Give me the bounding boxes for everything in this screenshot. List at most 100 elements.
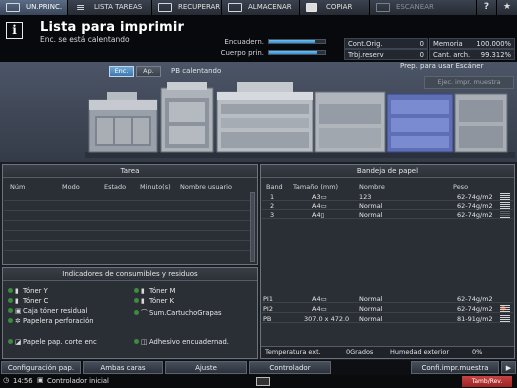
- keyboard-icon[interactable]: [256, 377, 270, 386]
- col-size: Tamaño (mm): [293, 183, 339, 191]
- info-icon: i: [6, 22, 23, 39]
- tray-band: 2: [270, 202, 275, 210]
- controller-status: Controlador inicial: [47, 377, 109, 385]
- tab-recall[interactable]: RECUPERAR: [152, 0, 222, 15]
- copy-icon: [306, 3, 317, 12]
- meter-fill: [269, 40, 315, 43]
- col-band: Band: [266, 183, 283, 191]
- tray-weight: 62-74g/m2: [457, 202, 493, 210]
- tab-label: ESCANEAR: [396, 3, 434, 11]
- tray-name: Normal: [359, 305, 383, 313]
- adjust-button[interactable]: Ajuste: [165, 361, 247, 374]
- consumable-punch-waste: ✲ Papelera perforación: [8, 317, 94, 325]
- perfect-binder-icon: [88, 92, 158, 153]
- tray-weight: 62-74g/m2: [457, 211, 493, 219]
- counter-value: 99.312%: [480, 51, 511, 59]
- paper-setting-button[interactable]: Configuración pap.: [1, 361, 81, 374]
- consumable-trim-waste: ◪ Papele pap. corte enc: [8, 338, 97, 346]
- col-name: Nombre: [359, 183, 385, 191]
- tab-main-unit[interactable]: UN.PRINC.: [0, 0, 68, 15]
- tray-size: 307.0 x 472.0: [304, 315, 350, 323]
- list-icon: [74, 0, 88, 15]
- tab-label: RECUPERAR: [178, 3, 221, 11]
- tray-weight: 62-74g/m2: [457, 305, 493, 313]
- counter-label: Cant. arch.: [433, 51, 471, 59]
- tab-scan[interactable]: ESCANEAR: [370, 0, 477, 15]
- tray-weight: 81-91g/m2: [457, 315, 493, 323]
- help-icon: ?: [483, 2, 490, 12]
- scanner-ready-text: Prep. para usar Escáner: [400, 62, 484, 70]
- scanner-icon: [376, 3, 390, 12]
- time-text: 14:56: [13, 377, 33, 385]
- waste-box-icon: ▣: [15, 307, 22, 315]
- tab-store[interactable]: ALMACENAR: [222, 0, 300, 15]
- consumable-waste-toner: ▣ Caja tóner residual: [8, 307, 87, 315]
- consumable-toner-y: ▮ Tóner Y: [8, 287, 48, 295]
- ok-status-icon: [134, 339, 139, 344]
- tab-job-list[interactable]: LISTA TAREAS: [68, 0, 152, 15]
- humidity-label: Humedad exterior: [390, 348, 450, 356]
- task-scrollbar[interactable]: [250, 192, 255, 262]
- tray-band: PB: [263, 315, 272, 323]
- finisher-icon: [160, 82, 214, 153]
- tab-label: ALMACENAR: [248, 3, 292, 11]
- large-capacity-unit-icon: [454, 93, 508, 153]
- tray-size: A3▭: [312, 193, 327, 201]
- sample-settings-button[interactable]: Confi.impr.muestra: [411, 361, 499, 374]
- clock-icon: ◷: [3, 376, 9, 384]
- humidity-value: 0%: [472, 348, 483, 356]
- counter-label: Memoria: [433, 40, 463, 48]
- tray-weight: 62-74g/m2: [457, 295, 493, 303]
- binder-toggle-off[interactable]: Ap.: [136, 66, 161, 77]
- favorite-button[interactable]: ★: [497, 0, 517, 15]
- ok-status-icon: [8, 308, 13, 313]
- tab-label: LISTA TAREAS: [94, 3, 143, 11]
- status-title: Lista para imprimir: [40, 20, 185, 35]
- tray-panel-title: Bandeja de papel: [261, 165, 514, 178]
- task-list[interactable]: [4, 192, 250, 262]
- consumable-toner-c: ▮ Tóner C: [8, 297, 48, 305]
- binder-toggle-on[interactable]: Enc.: [109, 66, 134, 77]
- tray-band: 1: [270, 193, 275, 201]
- tab-copy[interactable]: COPIAR: [300, 0, 370, 15]
- punch-icon: ✲: [15, 317, 21, 325]
- consumable-label: Tóner M: [149, 287, 176, 295]
- paper-level-icon: [500, 211, 510, 219]
- help-button[interactable]: ?: [477, 0, 497, 15]
- printer-icon: [6, 3, 20, 12]
- tamb-rev-indicator[interactable]: Tamb/Rev.: [462, 376, 512, 387]
- consumable-toner-m: ▮ Tóner M: [134, 287, 175, 295]
- paper-level-icon: [500, 202, 510, 210]
- paper-level-icon: [500, 315, 510, 323]
- consumable-label: Sum.CartuchoGrapas: [149, 309, 222, 317]
- ok-status-icon: [134, 298, 139, 303]
- ok-status-icon: [8, 339, 13, 344]
- controller-button[interactable]: Controlador: [249, 361, 331, 374]
- counter-reserved: Trbj.reserv 0: [344, 49, 428, 60]
- duplex-button[interactable]: Ambas caras: [83, 361, 163, 374]
- tray-size: A4▯: [312, 211, 325, 219]
- tray-name: Normal: [359, 295, 383, 303]
- counter-value: 100.000%: [476, 40, 511, 48]
- meter-fill: [269, 51, 318, 54]
- col-minutes: Minuto(s): [140, 183, 171, 191]
- machine-illustration[interactable]: [85, 78, 515, 160]
- col-num: Núm: [10, 183, 26, 191]
- ok-status-icon: [134, 288, 139, 293]
- tray-size: A4▭: [312, 202, 327, 210]
- next-page-button[interactable]: ▶: [501, 361, 516, 374]
- tray-name: Normal: [359, 211, 383, 219]
- meter-label-main-body: Cuerpo prin.: [220, 49, 264, 57]
- consumable-label: Tóner Y: [23, 287, 48, 295]
- counter-files: Cant. arch. 99.312%: [429, 49, 515, 60]
- trim-icon: ◪: [15, 338, 22, 346]
- task-panel-title: Tarea: [3, 165, 257, 178]
- consumables-title: Indicadores de consumibles y residuos: [3, 268, 257, 281]
- counter-value: 0: [419, 51, 424, 59]
- counter-orig: Cont.Orig. 0: [344, 38, 428, 49]
- tray-size: A4▭: [312, 295, 327, 303]
- main-printer-icon: [216, 82, 314, 153]
- counter-label: Cont.Orig.: [348, 40, 383, 48]
- tray-weight: 62-74g/m2: [457, 193, 493, 201]
- consumable-label: Caja tóner residual: [23, 307, 88, 315]
